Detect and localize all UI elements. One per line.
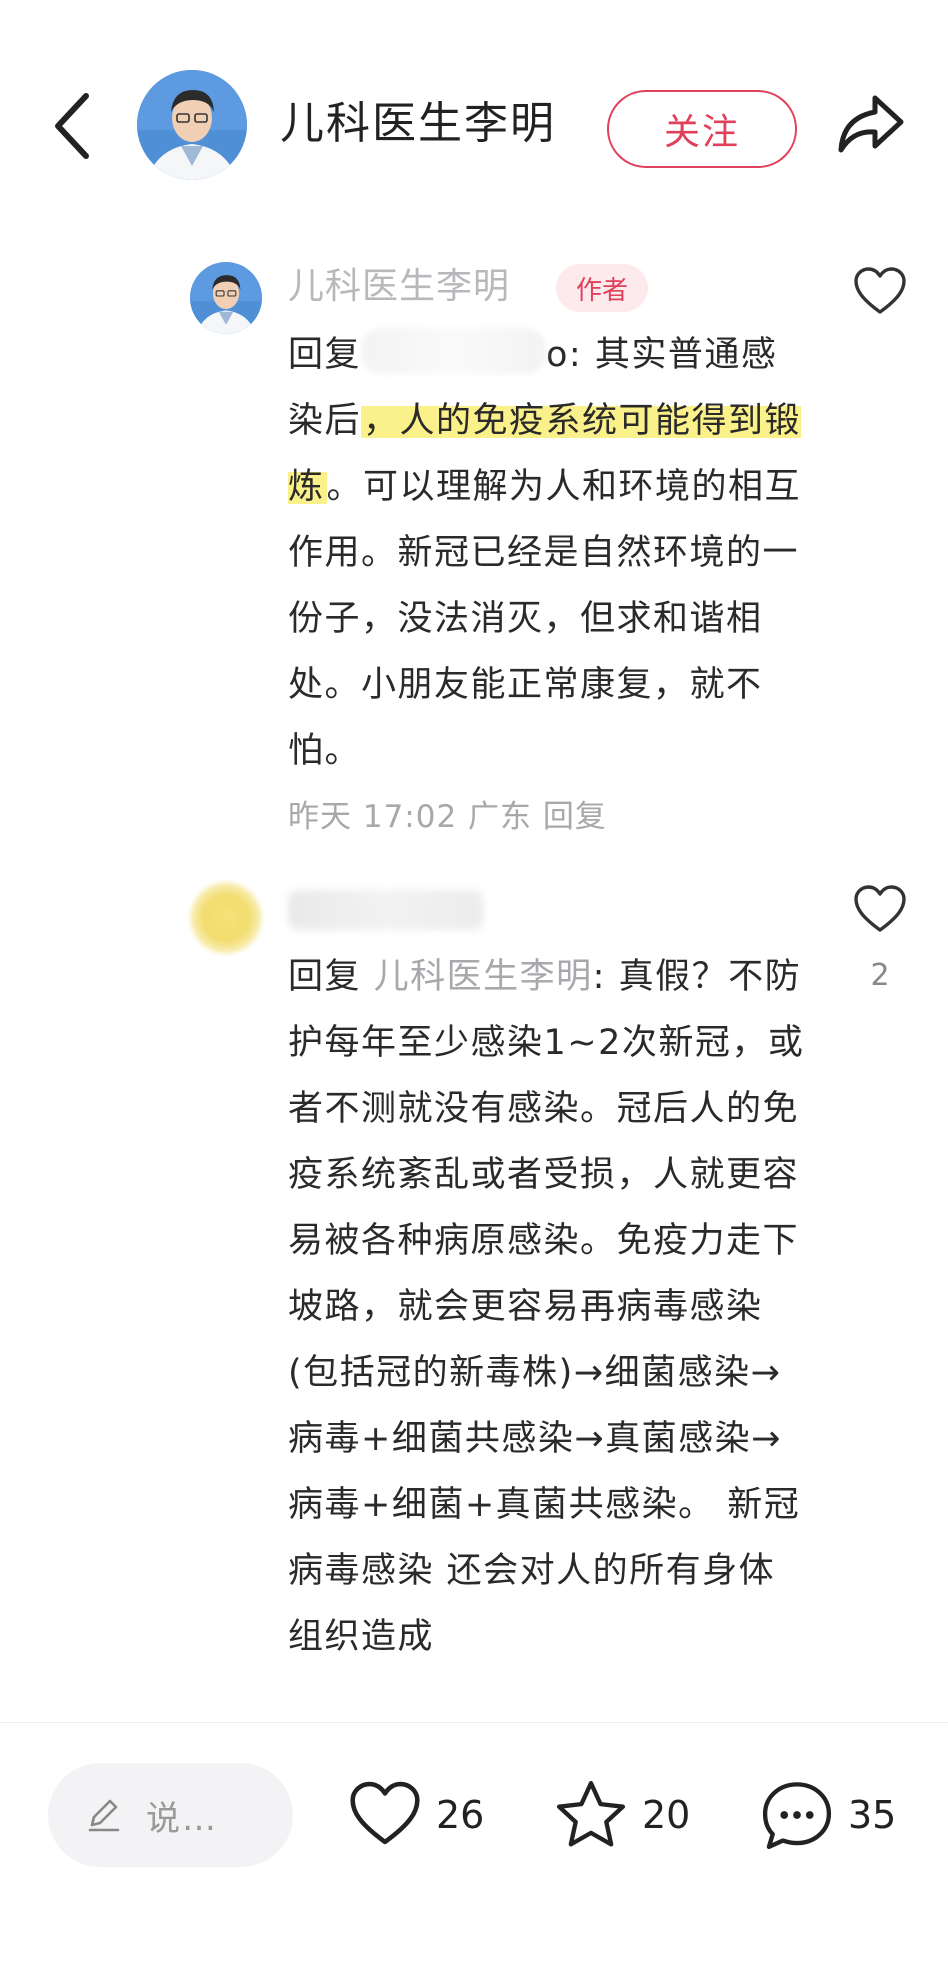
- comment-avatar[interactable]: [190, 262, 262, 334]
- heart-outline-icon: [854, 267, 906, 314]
- comment-input-placeholder: 说…: [146, 1798, 218, 1839]
- author-badge: 作者: [556, 264, 648, 312]
- comment-body-end: 。可以理解为人和环境的相互作用。新冠已经是自然环境的一份子，没法消灭，但求和谐相…: [288, 467, 802, 771]
- author-avatar[interactable]: [137, 70, 247, 180]
- blurred-author-name[interactable]: [288, 890, 483, 930]
- favorite-button[interactable]: 20: [552, 1775, 690, 1855]
- reply-prefix: 回复: [288, 335, 362, 375]
- follow-button[interactable]: 关注: [607, 90, 797, 168]
- favorite-count: 20: [642, 1793, 691, 1837]
- share-button[interactable]: [835, 92, 907, 156]
- comment-button[interactable]: 35: [758, 1775, 896, 1855]
- blurred-username: [361, 328, 547, 374]
- pencil-icon: [88, 1799, 120, 1832]
- comment-avatar[interactable]: [190, 882, 262, 954]
- star-icon: [556, 1780, 626, 1847]
- comment-count: 35: [848, 1793, 897, 1837]
- author-name[interactable]: 儿科医生李明: [280, 96, 556, 152]
- comment-bubble-icon: [762, 1782, 832, 1850]
- share-arrow-icon: [838, 95, 904, 153]
- comment-like-button[interactable]: [852, 266, 908, 318]
- comment-like-button[interactable]: [852, 884, 908, 936]
- comment-meta[interactable]: 昨天 17:02 广东 回复: [288, 795, 607, 839]
- chevron-left-icon: [55, 93, 89, 159]
- comment-text: 回复 o: 其实普通感染后，人的免疫系统可能得到锻炼。可以理解为人和环境的相互作用…: [288, 322, 808, 784]
- like-count: 26: [436, 1793, 485, 1837]
- comment-input[interactable]: 说…: [48, 1763, 293, 1867]
- comment-body: : 真假？不防护每年至少感染1~2次新冠，或者不测就没有感染。冠后人的免疫系统紊…: [288, 957, 805, 1657]
- reply-target-suffix: o:: [546, 335, 595, 375]
- reply-target[interactable]: 儿科医生李明: [374, 957, 593, 997]
- reply-prefix: 回复: [288, 957, 374, 997]
- back-button[interactable]: [48, 88, 98, 164]
- comment-like-count: 2: [870, 958, 890, 993]
- heart-icon: [350, 1781, 420, 1845]
- top-bar: 儿科医生李明 关注: [0, 0, 948, 250]
- comment-author-name[interactable]: 儿科医生李明: [288, 262, 510, 312]
- comment-text: 回复 儿科医生李明: 真假？不防护每年至少感染1~2次新冠，或者不测就没有感染。…: [288, 944, 808, 1670]
- like-button[interactable]: 26: [346, 1775, 484, 1855]
- heart-outline-icon: [854, 885, 906, 932]
- bottom-action-bar: 说… 26 20 35: [0, 1722, 948, 1973]
